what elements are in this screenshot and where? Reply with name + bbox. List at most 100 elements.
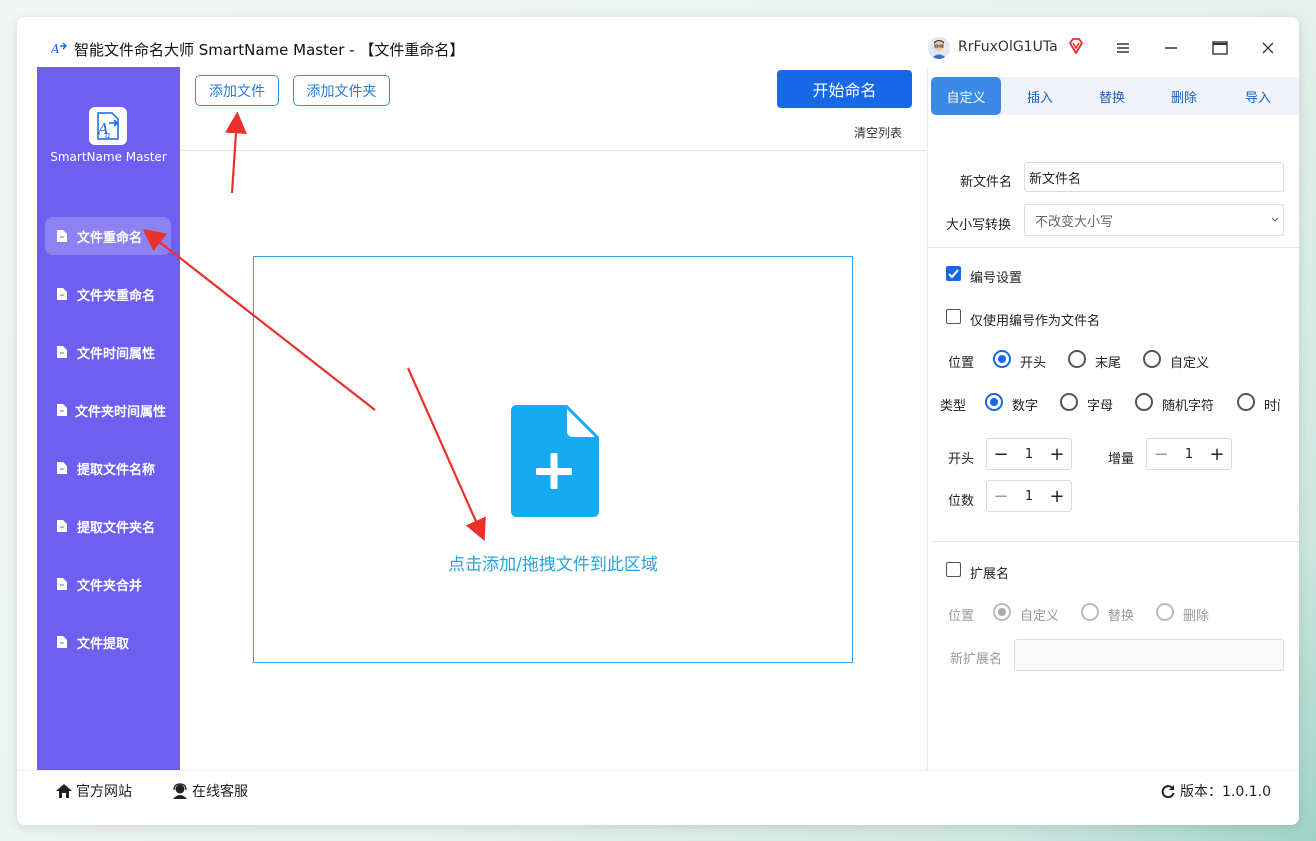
document-icon [57,520,67,532]
new-ext-input[interactable] [1014,639,1284,671]
sidebar-item-file-time[interactable]: 文件时间属性 [45,333,171,371]
add-folder-button[interactable]: 添加文件夹 [293,75,390,106]
maximize-icon[interactable] [1205,33,1235,63]
sidebar-item-label: 文件夹重命名 [77,288,156,304]
sidebar-item-label: 提取文件名称 [77,462,156,478]
case-convert-select[interactable]: 不改变大小写 [1024,204,1284,236]
ext-option-label: 删除 [1183,609,1210,624]
ext-delete-radio[interactable] [1156,603,1174,621]
document-icon [57,288,67,300]
new-name-label: 新文件名 [960,175,1013,190]
only-number-checkbox[interactable] [946,309,961,324]
extension-checkbox[interactable] [946,562,961,577]
new-name-input[interactable]: 新文件名 [1024,162,1284,192]
type-letter-radio[interactable] [1060,393,1078,411]
document-icon [57,230,67,242]
position-option-label: 末尾 [1095,356,1122,371]
window-title: 智能文件命名大师 SmartName Master - 【文件重命名】 [74,41,465,59]
sidebar-item-label: 提取文件夹名 [77,520,156,536]
position-option-label: 开头 [1020,356,1047,371]
minus-icon[interactable]: − [1147,439,1175,469]
plus-icon[interactable]: + [1043,481,1071,511]
numbering-checkbox[interactable] [946,266,961,281]
support-label: 在线客服 [192,784,248,800]
sidebar-item-folder-time[interactable]: 文件夹时间属性 [45,391,175,429]
user-avatar[interactable] [928,37,950,59]
logo-text: SmartName Master [50,150,167,164]
start-rename-button[interactable]: 开始命名 [777,70,912,108]
extension-label: 扩展名 [970,567,1010,582]
tab-custom[interactable]: 自定义 [931,77,1001,115]
position-end-radio[interactable] [1068,350,1086,368]
start-value: 1 [1024,446,1034,462]
sidebar-item-label: 文件提取 [77,636,130,652]
clear-list-button[interactable]: 清空列表 [854,124,902,141]
position-custom-radio[interactable] [1143,350,1161,368]
online-support-link[interactable]: 在线客服 [171,781,248,801]
sidebar-item-folder-merge[interactable]: 文件夹合并 [45,565,171,603]
case-convert-label: 大小写转换 [946,218,1012,233]
tab-delete[interactable]: 删除 [1149,77,1219,115]
svg-text:a: a [105,131,110,141]
position-start-radio[interactable] [993,350,1011,368]
start-stepper[interactable]: − 1 + [986,438,1072,470]
menu-icon[interactable] [1108,33,1138,63]
official-website-link[interactable]: 官方网站 [55,781,132,801]
vip-diamond-icon[interactable] [1067,37,1085,55]
type-option-label: 随机字符 [1162,399,1215,414]
file-drop-zone[interactable]: 点击添加/拖拽文件到此区域 [253,256,853,663]
home-icon [56,784,72,798]
add-file-button[interactable]: 添加文件 [195,75,279,106]
type-time-radio[interactable] [1237,393,1255,411]
minimize-icon[interactable] [1156,33,1186,63]
sidebar-item-extract-foldername[interactable]: 提取文件夹名 [45,507,171,545]
sidebar-logo: A a [89,107,127,145]
ext-option-label: 替换 [1108,609,1135,624]
sidebar-item-extract-filename[interactable]: 提取文件名称 [45,449,171,487]
status-bar: 官方网站 在线客服 版本：1.0.1.0 [17,770,1299,825]
tab-insert[interactable]: 插入 [1005,77,1075,115]
increment-value: 1 [1184,446,1194,462]
digits-stepper[interactable]: − 1 + [986,480,1072,512]
chevron-down-icon [1271,217,1279,222]
digits-value: 1 [1024,488,1034,504]
minus-icon[interactable]: − [987,439,1015,469]
user-name[interactable]: RrFuxOlG1UTa [958,39,1058,55]
plus-icon[interactable]: + [1043,439,1071,469]
headset-icon [173,783,187,799]
sidebar-item-file-extract[interactable]: 文件提取 [45,623,171,661]
type-option-label: 字母 [1087,399,1114,414]
only-number-label: 仅使用编号作为文件名 [970,314,1101,329]
refresh-icon[interactable] [1160,783,1176,799]
position-option-label: 自定义 [1170,356,1210,371]
sidebar-item-label: 文件时间属性 [77,346,156,362]
ext-replace-radio[interactable] [1081,603,1099,621]
type-option-label: 数字 [1012,399,1039,414]
avatar-icon [928,37,950,59]
document-icon [57,578,67,590]
ext-position-label: 位置 [948,609,975,624]
increment-label: 增量 [1108,452,1135,467]
settings-tabs: 自定义 插入 替换 删除 导入 [931,77,1299,115]
minus-icon[interactable]: − [987,481,1015,511]
tab-import[interactable]: 导入 [1223,77,1293,115]
app-logo-icon: A a [96,112,119,141]
type-time-clip: 时间 [1264,387,1280,417]
tab-replace[interactable]: 替换 [1077,77,1147,115]
sidebar-item-folder-rename[interactable]: 文件夹重命名 [45,275,171,313]
sidebar-item-file-rename[interactable]: 文件重命名 [45,217,171,255]
type-number-radio[interactable] [985,393,1003,411]
plus-icon[interactable]: + [1203,439,1231,469]
document-icon [57,636,67,648]
svg-text:A: A [51,42,60,56]
new-ext-label: 新扩展名 [950,652,1003,667]
increment-stepper[interactable]: − 1 + [1146,438,1232,470]
title-bar: A 智能文件命名大师 SmartName Master - 【文件重命名】 Rr… [17,17,1299,67]
close-icon[interactable] [1253,33,1283,63]
app-window: A 智能文件命名大师 SmartName Master - 【文件重命名】 Rr… [17,17,1299,825]
type-random-radio[interactable] [1135,393,1153,411]
checkmark-icon [948,269,959,279]
sidebar: A a SmartName Master 文件重命名 文件夹重命名 文件时间属性… [37,67,180,770]
ext-custom-radio[interactable] [993,603,1011,621]
settings-panel: 自定义 插入 替换 删除 导入 新文件名 新文件名 大小写转换 不改变大小写 编… [927,67,1299,770]
